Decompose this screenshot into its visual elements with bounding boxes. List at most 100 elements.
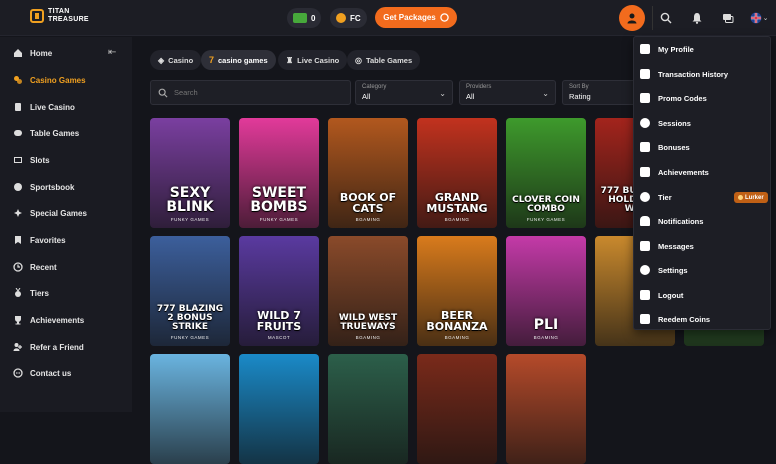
table-games-icon: ◎ (355, 55, 362, 65)
game-title: GRAND MUSTANG (426, 191, 488, 215)
menu-item-messages[interactable]: Messages (640, 241, 694, 251)
menu-item-tier[interactable]: Tier (640, 192, 672, 202)
sidebar-item-sportsbook[interactable]: Sportsbook (13, 182, 74, 192)
messages-button[interactable] (720, 10, 736, 26)
game-card[interactable]: GRAND MUSTANG BGAMING (417, 118, 497, 228)
sidebar-item-label: Casino Games (30, 75, 86, 85)
collapse-sidebar-icon[interactable]: ⇤ (108, 47, 116, 58)
sidebar-item-favorites[interactable]: Favorites (13, 235, 66, 245)
ball-icon (14, 183, 22, 191)
game-provider: FUNKY GAMES (526, 217, 566, 222)
menu-item-notifications[interactable]: Notifications (640, 216, 703, 226)
sidebar-item-tiers[interactable]: Tiers (13, 288, 49, 298)
menu-item-label: My Profile (658, 44, 694, 54)
sidebar-item-achievements[interactable]: Achievements (13, 315, 84, 325)
search-button[interactable] (658, 10, 674, 26)
sidebar-item-live-casino[interactable]: Live Casino (13, 102, 75, 112)
menu-item-label: Messages (658, 241, 694, 251)
fc-balance[interactable]: FC (330, 8, 367, 28)
menu-item-logout[interactable]: Logout (640, 290, 683, 300)
sidebar-item-label: Refer a Friend (30, 342, 84, 352)
profile-button[interactable] (619, 5, 645, 31)
category-value: All (362, 92, 371, 101)
get-packages-label: Get Packages (383, 13, 436, 22)
game-card[interactable]: SWEET BOMBS FUNKY GAMES (239, 118, 319, 228)
sidebar-item-recent[interactable]: Recent (13, 262, 57, 272)
menu-item-label: Logout (658, 290, 684, 300)
sidebar-item-label: Sportsbook (30, 182, 75, 192)
bell-icon (692, 13, 702, 24)
game-card[interactable]: BOOK OF CATS BGAMING (328, 118, 408, 228)
tab-casino-games[interactable]: 7 casino games (201, 50, 276, 70)
menu-item-promo-codes[interactable]: Promo Codes (640, 93, 707, 103)
live-casino-icon: ♜ (286, 55, 294, 65)
providers-select[interactable]: Providers All ⌄ (459, 80, 556, 105)
menu-item-label: Promo Codes (658, 93, 707, 103)
sidebar-item-slots[interactable]: Slots (13, 155, 50, 165)
favorites-icon (15, 236, 21, 244)
game-provider: FUNKY GAMES (259, 217, 299, 222)
sidebar-item-table-games[interactable]: Table Games (13, 128, 79, 138)
profile-menu: My Profile Transaction History Promo Cod… (633, 36, 771, 330)
live-casino-icon (15, 103, 21, 111)
search-field[interactable] (150, 80, 351, 105)
menu-item-bonuses[interactable]: Bonuses (640, 142, 690, 152)
divider (652, 6, 653, 30)
game-card[interactable]: BEER BONANZA BGAMING (417, 236, 497, 346)
sidebar-item-casino-games[interactable]: Casino Games (13, 75, 86, 85)
tab-live-casino[interactable]: ♜ Live Casino (278, 50, 348, 70)
sidebar-item-special-games[interactable]: Special Games (13, 208, 87, 218)
game-card[interactable]: CLOVER COIN COMBO FUNKY GAMES (506, 118, 586, 228)
menu-item-label: Reedem Coins (658, 314, 711, 324)
game-title: CLOVER COIN COMBO (512, 195, 580, 214)
sidebar-item-label: Home (30, 48, 53, 58)
category-select[interactable]: Category All ⌄ (355, 80, 453, 105)
menu-item-reedem-coins[interactable]: Reedem Coins (640, 314, 710, 324)
sidebar-item-home[interactable]: Home (13, 48, 52, 58)
sidebar-item-contact-us[interactable]: Contact us (13, 368, 71, 378)
notifications-button[interactable] (689, 10, 705, 26)
search-input[interactable] (173, 88, 343, 97)
sidebar-item-label: Tiers (30, 288, 49, 298)
menu-item-label: Transaction History (658, 69, 729, 79)
game-card[interactable]: WILD 7 FRUITS MASCOT (239, 236, 319, 346)
get-packages-button[interactable]: Get Packages (375, 7, 457, 28)
game-card[interactable] (417, 354, 497, 464)
menu-item-achievements[interactable]: Achievements (640, 167, 709, 177)
chat-icon (13, 368, 23, 378)
game-card[interactable]: SEXY BLINK FUNKY GAMES (150, 118, 230, 228)
home-icon (14, 49, 22, 57)
messages-icon (723, 14, 734, 23)
menu-item-settings[interactable]: Settings (640, 265, 688, 275)
refer-friend-icon (13, 343, 22, 351)
menu-item-label: Tier (658, 192, 672, 202)
special-games-icon (14, 209, 22, 217)
sidebar-item-label: Slots (30, 155, 50, 165)
bell-icon (640, 216, 650, 226)
menu-item-sessions[interactable]: Sessions (640, 118, 691, 128)
gc-amount: 0 (311, 13, 316, 23)
menu-item-transaction-history[interactable]: Transaction History (640, 69, 728, 79)
game-card[interactable] (328, 354, 408, 464)
game-card[interactable]: PLI BGAMING (506, 236, 586, 346)
tab-casino[interactable]: ◈ Casino (150, 50, 202, 70)
menu-item-label: Settings (658, 265, 688, 275)
chevron-down-icon: ⌄ (439, 89, 446, 98)
game-card[interactable]: 777 BLAZING 2 BONUS STRIKE FUNKY GAMES (150, 236, 230, 346)
brand-logo[interactable]: TITAN TREASURE (30, 8, 89, 24)
game-provider: BGAMING (533, 335, 559, 340)
game-title: 777 BLAZING 2 BONUS STRIKE (156, 304, 224, 332)
game-card[interactable] (239, 354, 319, 464)
tab-table-games[interactable]: ◎ Table Games (347, 50, 421, 70)
game-card[interactable] (150, 354, 230, 464)
gc-balance[interactable]: 0 (287, 8, 322, 28)
menu-item-my-profile[interactable]: My Profile (640, 44, 694, 54)
game-provider: BGAMING (444, 335, 470, 340)
game-title: BEER BONANZA (426, 309, 488, 333)
sidebar-item-label: Special Games (30, 208, 87, 218)
game-card[interactable]: WILD WEST TRUEWAYS BGAMING (328, 236, 408, 346)
language-selector[interactable]: ⌄ (748, 10, 770, 26)
casino-chip-icon: ◈ (158, 55, 165, 65)
sidebar-item-refer-a-friend[interactable]: Refer a Friend (13, 342, 84, 352)
game-card[interactable] (506, 354, 586, 464)
